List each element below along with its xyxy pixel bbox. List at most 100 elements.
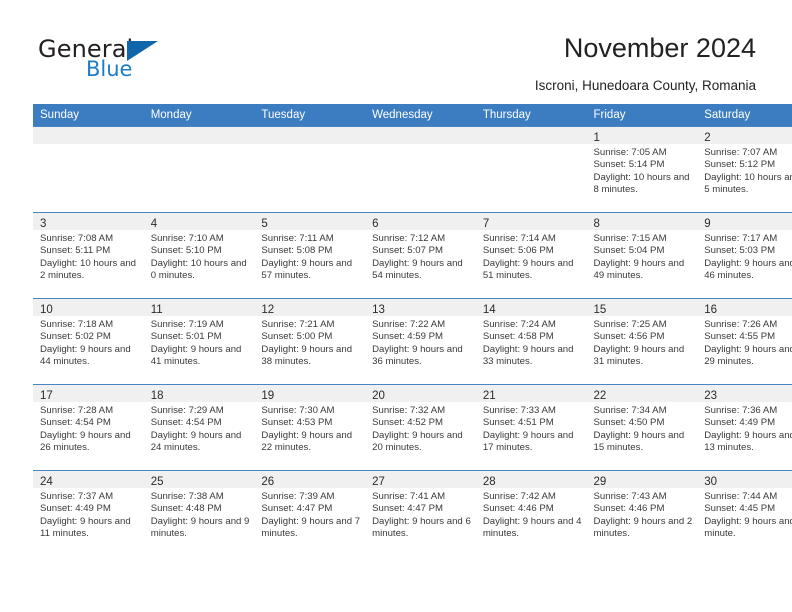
day-details: Sunrise: 7:37 AM Sunset: 4:49 PM Daylight:… [33, 488, 144, 540]
calendar-day-cell[interactable]: 24 Sunrise: 7:37 AM Sunset: 4:49 PM Dayligh… [33, 470, 144, 556]
day-details: Sunrise: 7:29 AM Sunset: 4:54 PM Daylight:… [144, 402, 255, 454]
calendar-day-cell[interactable]: 9 Sunrise: 7:17 AM Sunset: 5:03 PM Daylight… [697, 212, 792, 299]
sunset-text: Sunset: 4:46 PM [482, 503, 554, 515]
day-details: Sunrise: 7:34 AM Sunset: 4:50 PM Daylight:… [587, 402, 698, 454]
calendar-day-cell[interactable]: 14 Sunrise: 7:24 AM Sunset: 4:58 PM Dayligh… [475, 298, 587, 385]
daylight-text: Daylight: 9 hours and 1 minute. [704, 515, 792, 539]
calendar-day-cell[interactable]: 17 Sunrise: 7:28 AM Sunset: 4:54 PM Dayligh… [33, 384, 144, 471]
calendar-day-cell[interactable]: 27 Sunrise: 7:41 AM Sunset: 4:47 PM Dayligh… [365, 470, 476, 556]
day-cell-inner: 12 Sunrise: 7:21 AM Sunset: 5:00 PM Dayligh… [254, 299, 366, 384]
calendar-day-cell[interactable]: 28 Sunrise: 7:42 AM Sunset: 4:46 PM Dayligh… [475, 470, 587, 556]
calendar-day-cell[interactable]: 10 Sunrise: 7:18 AM Sunset: 5:02 PM Dayligh… [33, 298, 144, 385]
day-details: Sunrise: 7:38 AM Sunset: 4:48 PM Daylight:… [144, 488, 255, 540]
daylight-text: Daylight: 9 hours and 15 minutes. [593, 429, 685, 453]
calendar-day-cell[interactable]: 23 Sunrise: 7:36 AM Sunset: 4:49 PM Dayligh… [697, 384, 792, 471]
day-number: 5 [261, 218, 268, 230]
day-number: 2 [704, 132, 711, 144]
daylight-text: Daylight: 9 hours and 7 minutes. [261, 515, 361, 539]
page-header: General Blue November 2024 Iscroni, Hune… [0, 0, 792, 104]
day-number: 10 [40, 304, 53, 316]
calendar-day-cell[interactable]: 6 Sunrise: 7:12 AM Sunset: 5:07 PM Daylight… [365, 212, 476, 299]
day-details: Sunrise: 7:22 AM Sunset: 4:59 PM Daylight:… [365, 316, 476, 368]
day-cell-inner: 1 Sunrise: 7:05 AM Sunset: 5:14 PM Daylight… [586, 127, 698, 212]
sunset-text: Sunset: 4:51 PM [482, 417, 554, 429]
day-details: Sunrise: 7:08 AM Sunset: 5:11 PM Daylight:… [33, 230, 144, 282]
day-number: 25 [150, 476, 164, 488]
day-number-band: 22 [586, 385, 698, 402]
day-details: Sunrise: 7:30 AM Sunset: 4:53 PM Daylight:… [254, 402, 365, 454]
calendar-day-cell[interactable]: 16 Sunrise: 7:26 AM Sunset: 4:55 PM Dayligh… [697, 298, 792, 385]
calendar-day-cell[interactable]: 8 Sunrise: 7:15 AM Sunset: 5:04 PM Daylight… [586, 212, 698, 299]
calendar-day-cell[interactable]: 2 Sunrise: 7:07 AM Sunset: 5:12 PM Daylight… [697, 126, 792, 213]
day-number: 19 [261, 390, 275, 402]
day-details: Sunrise: 7:15 AM Sunset: 5:04 PM Daylight:… [587, 230, 698, 282]
day-number-band: 8 [586, 213, 698, 230]
calendar-day-cell[interactable]: 25 Sunrise: 7:38 AM Sunset: 4:48 PM Dayligh… [143, 470, 255, 556]
calendar-day-cell[interactable]: 30 Sunrise: 7:44 AM Sunset: 4:45 PM Dayligh… [697, 470, 792, 556]
day-details: Sunrise: 7:12 AM Sunset: 5:07 PM Daylight:… [365, 230, 476, 282]
day-cell-inner: 8 Sunrise: 7:15 AM Sunset: 5:04 PM Daylight… [586, 213, 698, 298]
calendar-day-cell[interactable]: 20 Sunrise: 7:32 AM Sunset: 4:52 PM Dayligh… [365, 384, 476, 471]
calendar-day-cell[interactable]: 19 Sunrise: 7:30 AM Sunset: 4:53 PM Dayligh… [254, 384, 366, 471]
page-title: November 2024 [563, 33, 756, 63]
sunrise-text: Sunrise: 7:10 AM [150, 233, 224, 244]
calendar-day-cell[interactable]: 3 Sunrise: 7:08 AM Sunset: 5:11 PM Daylight… [33, 212, 144, 299]
day-number: 18 [150, 390, 164, 402]
day-number: 22 [593, 390, 607, 402]
day-details: Sunrise: 7:44 AM Sunset: 4:45 PM Daylight:… [697, 488, 792, 540]
day-number-band: 9 [697, 213, 792, 230]
calendar-day-cell[interactable]: 5 Sunrise: 7:11 AM Sunset: 5:08 PM Daylight… [254, 212, 366, 299]
daylight-text: Daylight: 10 hours and 0 minutes. [150, 257, 247, 281]
daylight-text: Daylight: 9 hours and 4 minutes. [482, 515, 582, 539]
day-number-band: 17 [33, 385, 144, 402]
daylight-text: Daylight: 9 hours and 51 minutes. [482, 257, 574, 281]
sunrise-text: Sunrise: 7:41 AM [372, 491, 446, 502]
weekday-header-friday: Friday [586, 104, 698, 127]
calendar-page: General Blue November 2024 Iscroni, Hune… [0, 0, 792, 612]
daylight-text: Daylight: 9 hours and 36 minutes. [372, 343, 463, 367]
calendar-day-cell[interactable]: 29 Sunrise: 7:43 AM Sunset: 4:46 PM Dayligh… [586, 470, 698, 556]
calendar-day-cell[interactable]: 7 Sunrise: 7:14 AM Sunset: 5:06 PM Daylight… [475, 212, 587, 299]
daylight-text: Daylight: 9 hours and 46 minutes. [704, 257, 792, 281]
day-number-band: 15 [586, 299, 698, 316]
day-number: 3 [40, 218, 47, 230]
calendar-cell-empty [365, 126, 476, 213]
calendar-day-cell[interactable]: 21 Sunrise: 7:33 AM Sunset: 4:51 PM Dayligh… [475, 384, 587, 471]
calendar-cell-empty [33, 126, 144, 213]
day-details: Sunrise: 7:41 AM Sunset: 4:47 PM Daylight:… [365, 488, 476, 540]
calendar-day-cell[interactable]: 1 Sunrise: 7:05 AM Sunset: 5:14 PM Daylight… [586, 126, 698, 213]
day-number-band [143, 127, 255, 144]
day-cell-inner: 11 Sunrise: 7:19 AM Sunset: 5:01 PM Dayligh… [143, 299, 255, 384]
calendar-grid: Sunday Monday Tuesday Wednesday Thursday… [33, 104, 792, 556]
day-number-band: 2 [697, 127, 792, 144]
day-number-band: 10 [33, 299, 144, 316]
calendar-day-cell[interactable]: 22 Sunrise: 7:34 AM Sunset: 4:50 PM Dayligh… [586, 384, 698, 471]
day-number-band [365, 127, 476, 144]
day-details: Sunrise: 7:14 AM Sunset: 5:06 PM Daylight:… [476, 230, 587, 282]
day-cell-inner [143, 127, 255, 212]
calendar-day-cell[interactable]: 4 Sunrise: 7:10 AM Sunset: 5:10 PM Daylight… [143, 212, 255, 299]
day-cell-inner: 19 Sunrise: 7:30 AM Sunset: 4:53 PM Dayligh… [254, 385, 366, 470]
sunset-text: Sunset: 4:56 PM [593, 331, 665, 343]
sunset-text: Sunset: 5:10 PM [150, 245, 222, 257]
calendar-day-cell[interactable]: 12 Sunrise: 7:21 AM Sunset: 5:00 PM Dayligh… [254, 298, 366, 385]
day-cell-inner: 21 Sunrise: 7:33 AM Sunset: 4:51 PM Dayligh… [475, 385, 587, 470]
day-details: Sunrise: 7:26 AM Sunset: 4:55 PM Daylight:… [697, 316, 792, 368]
sunset-text: Sunset: 4:46 PM [593, 503, 665, 515]
calendar-day-cell[interactable]: 18 Sunrise: 7:29 AM Sunset: 4:54 PM Dayligh… [143, 384, 255, 471]
brand-name-blue: Blue [86, 57, 133, 81]
day-number-band: 12 [254, 299, 366, 316]
sunrise-text: Sunrise: 7:22 AM [372, 319, 446, 330]
day-details: Sunrise: 7:28 AM Sunset: 4:54 PM Daylight:… [33, 402, 144, 454]
day-number: 7 [482, 218, 490, 230]
calendar-day-cell[interactable]: 26 Sunrise: 7:39 AM Sunset: 4:47 PM Dayligh… [254, 470, 366, 556]
calendar-day-cell[interactable]: 11 Sunrise: 7:19 AM Sunset: 5:01 PM Dayligh… [143, 298, 255, 385]
day-cell-inner: 2 Sunrise: 7:07 AM Sunset: 5:12 PM Daylight… [697, 127, 792, 212]
day-number-band: 26 [254, 471, 366, 488]
calendar-week-row: 24 Sunrise: 7:37 AM Sunset: 4:49 PM Dayligh… [33, 470, 792, 556]
sunrise-text: Sunrise: 7:26 AM [704, 319, 778, 330]
calendar-day-cell[interactable]: 15 Sunrise: 7:25 AM Sunset: 4:56 PM Dayligh… [586, 298, 698, 385]
calendar-day-cell[interactable]: 13 Sunrise: 7:22 AM Sunset: 4:59 PM Dayligh… [365, 298, 476, 385]
day-details: Sunrise: 7:10 AM Sunset: 5:10 PM Daylight:… [144, 230, 255, 282]
day-details: Sunrise: 7:18 AM Sunset: 5:02 PM Daylight:… [33, 316, 144, 368]
